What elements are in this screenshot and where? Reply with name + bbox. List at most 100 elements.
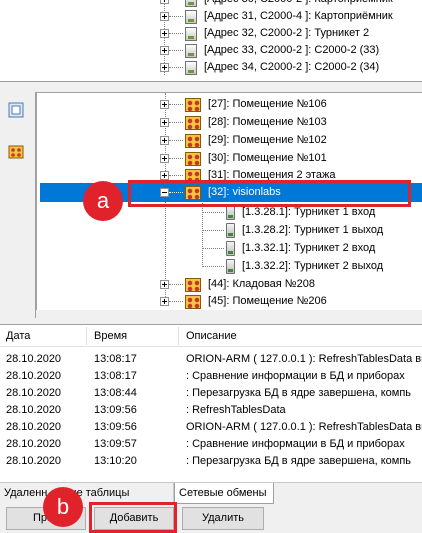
expand-icon[interactable] [160,280,169,289]
room-icon [185,133,201,148]
log-description: ORION-ARM ( 127.0.0.1 ): RefreshTablesDa… [186,421,422,433]
tree-connector [202,266,224,267]
tab-network-exchanges[interactable]: Сетевые обмены [174,483,274,504]
tree-node[interactable]: [Адрес 34, С2000-2 ]: С2000-2 (34) [160,58,381,77]
expand-icon[interactable] [160,100,169,109]
log-description: ORION-ARM ( 127.0.0.1 ): RefreshTablesDa… [186,353,422,365]
room-icon [185,115,201,130]
reader-icon [226,241,235,256]
log-header: Дата Время Описание [0,325,422,347]
tree-node[interactable]: [29]: Помещение №102 [160,131,329,150]
rooms-view-icon[interactable] [8,144,24,160]
tree-connector [169,50,183,51]
reader-icon [226,205,235,220]
event-log[interactable]: Дата Время Описание 28.10.2020 13:08:17 … [0,324,422,482]
log-date: 28.10.2020 [6,353,62,365]
log-time: 13:08:17 [94,353,137,365]
log-time: 13:09:56 [94,421,137,433]
log-row[interactable]: 28.10.2020 13:09:56 ORION-ARM ( 127.0.0.… [0,419,422,436]
tree-connector [202,230,224,231]
log-time: 13:09:57 [94,438,137,450]
log-description: : Сравнение информации в БД и приборах [186,438,405,450]
log-time: 13:10:20 [94,455,137,467]
tree-connector [169,158,183,159]
device-icon [185,0,197,7]
room-icon [185,151,201,166]
tree-node[interactable]: [1.3.28.2]: Турникет 1 выход [202,221,385,240]
log-date: 28.10.2020 [6,404,62,416]
log-description: : Перезагрузка БД в ядре завершена, комп… [186,455,412,467]
log-description: : Перезагрузка БД в ядре завершена, комп… [186,387,412,399]
tree-node[interactable]: [1.3.32.2]: Турникет 2 выход [202,257,385,276]
tree-node[interactable]: [27]: Помещение №106 [160,95,329,114]
log-date: 28.10.2020 [6,455,62,467]
tree-connector [169,140,183,141]
expand-icon[interactable] [160,0,169,4]
log-row[interactable]: 28.10.2020 13:08:17 : Сравнение информац… [0,368,422,385]
log-description: : RefreshTablesData [186,404,286,416]
column-header-description[interactable]: Описание [186,330,237,342]
log-row[interactable]: 28.10.2020 13:09:56 : RefreshTablesData [0,402,422,419]
tree-connector [169,67,183,68]
callout-badge-a: a [83,181,123,221]
expand-icon[interactable] [160,136,169,145]
delete-button[interactable]: Удалить [182,507,264,530]
log-time: 13:08:44 [94,387,137,399]
column-separator[interactable] [86,327,87,345]
expand-icon[interactable] [160,154,169,163]
tree-connector [202,212,224,213]
device-icon [185,60,197,75]
tree-connector [169,122,183,123]
log-row[interactable]: 28.10.2020 13:10:20 : Перезагрузка БД в … [0,453,422,470]
expand-icon[interactable] [160,29,169,38]
device-icon [185,26,197,41]
log-description: : Сравнение информации в БД и приборах [186,370,405,382]
reader-icon [226,259,235,274]
room-icon [185,294,201,309]
log-row[interactable]: 28.10.2020 13:08:44 : Перезагрузка БД в … [0,385,422,402]
log-time: 13:08:17 [94,370,137,382]
column-separator[interactable] [178,327,179,345]
callout-badge-b: b [43,487,83,527]
tree-connector [202,248,224,249]
devices-tree[interactable]: [Адрес 30, С2000-2 ]: Картоприёмник [Адр… [0,0,422,82]
tree-node-label: [29]: Помещение №102 [208,134,327,146]
device-icon [185,9,197,24]
callout-frame-a [128,180,411,207]
tree-node[interactable]: [1.3.32.1]: Турникет 2 вход [202,239,377,258]
tree-node[interactable]: [45]: Помещение №206 [160,292,329,311]
expand-icon[interactable] [160,171,169,180]
expand-icon[interactable] [160,63,169,72]
expand-icon[interactable] [160,118,169,127]
tree-connector [169,284,183,285]
tree-node-label: [Адрес 34, С2000-2 ]: С2000-2 (34) [204,61,380,73]
log-time: 13:09:56 [94,404,137,416]
tree-connector [169,301,183,302]
expand-icon[interactable] [160,297,169,306]
tree-node-label: [28]: Помещение №103 [208,116,327,128]
column-header-date[interactable]: Дата [6,330,30,342]
devices-view-icon[interactable] [8,102,24,118]
tree-connector [169,175,183,176]
tree-node-label: [1.3.32.1]: Турникет 2 вход [242,242,376,254]
log-row[interactable]: 28.10.2020 13:09:57 : Сравнение информац… [0,436,422,453]
left-toolbar [0,92,36,318]
callout-frame-b [89,502,177,533]
tree-node-label: [1.3.28.2]: Турникет 1 выход [242,224,384,236]
log-date: 28.10.2020 [6,370,62,382]
splitter[interactable] [0,82,422,92]
tree-node-label: [45]: Помещение №206 [208,295,327,307]
room-icon [185,97,201,112]
reader-icon [226,223,235,238]
tab-deleted-changed-tables[interactable]: Удаленн енные таблицы [0,483,174,504]
tree-connector [169,16,183,17]
tree-node-label: [1.3.32.2]: Турникет 2 выход [242,260,384,272]
tree-node-label: [27]: Помещение №106 [208,98,327,110]
expand-icon[interactable] [160,46,169,55]
log-date: 28.10.2020 [6,438,62,450]
log-row[interactable]: 28.10.2020 13:08:17 ORION-ARM ( 127.0.0.… [0,351,422,368]
tree-node[interactable]: [28]: Помещение №103 [160,113,329,132]
log-date: 28.10.2020 [6,387,62,399]
expand-icon[interactable] [160,12,169,21]
column-header-time[interactable]: Время [94,330,127,342]
